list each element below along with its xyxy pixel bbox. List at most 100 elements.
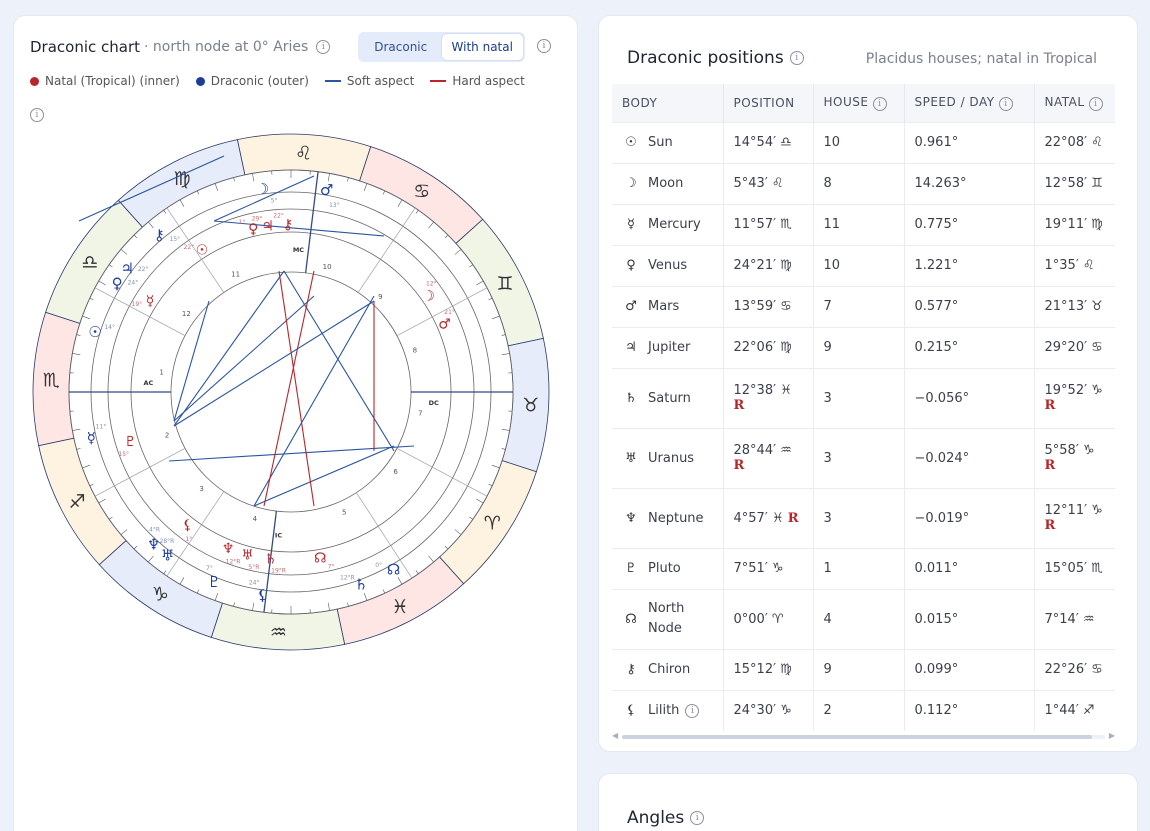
speed-cell: 0.015° [904, 588, 1035, 649]
planet-degree: 14° [104, 324, 115, 331]
house-number: 2 [165, 432, 169, 440]
angle-label: AC [143, 379, 153, 387]
degree-tick [89, 297, 94, 301]
body-name: Neptune [648, 510, 704, 526]
planet-degree: 1° [185, 536, 192, 543]
natal-cell: 29°20′ ♋ [1034, 326, 1115, 368]
house-cusp-line [304, 171, 319, 273]
speed-cell: 0.112° [904, 689, 1035, 731]
angles-card: Angles i [598, 773, 1138, 831]
table-row: ♇ Pluto 7°51′ ♑ 1 0.011° 15°05′ ♏ [612, 547, 1115, 589]
draconic-planet-icon: ♃ [121, 260, 134, 278]
speed-info-icon[interactable]: i [998, 96, 1013, 111]
body-cell: ♀ Venus [612, 244, 724, 286]
degree-tick [72, 353, 81, 356]
degree-tick [108, 516, 113, 520]
body-name: Saturn [648, 390, 691, 406]
planet-degree: 7° [328, 563, 335, 570]
degree-tick [196, 190, 200, 195]
body-cell: ☿ Mercury [612, 203, 724, 245]
house-cell: 11 [813, 203, 905, 245]
aspect-line [173, 300, 210, 422]
planet-degree: 21° [444, 309, 455, 316]
degree-tick [163, 209, 167, 214]
natal-planet-icon: ♇ [124, 434, 137, 450]
position-cell: 22°06′ ♍ [723, 326, 814, 368]
degree-tick [428, 555, 434, 563]
degree-tick [488, 483, 493, 487]
speed-cell: 0.099° [904, 648, 1035, 690]
positions-note: Placidus houses; natal in Tropical [865, 51, 1097, 67]
aspect-line [173, 270, 285, 427]
planet-degree: 22° [273, 212, 284, 219]
degree-tick [476, 498, 484, 504]
house-cell: 9 [813, 326, 905, 368]
natal-cell: 19°52′ ♑ R [1034, 367, 1115, 428]
body-cell: ☉ Sun [612, 121, 724, 163]
legend-info-icon[interactable]: i [30, 108, 44, 122]
speed-cell: −0.024° [904, 427, 1035, 488]
natal-planet-icon: ♄ [264, 552, 277, 568]
zodiac-sign-icon: ♈ [484, 513, 501, 535]
degree-tick [82, 315, 91, 320]
house-cell: 3 [813, 487, 905, 548]
degree-tick [214, 592, 219, 601]
aspect-line [278, 270, 315, 507]
table-row: ☽ Moon 5°43′ ♌ 8 14.263° 12°58′ ♊ [612, 162, 1115, 204]
table-scrollbar[interactable]: ◀ ▶ [612, 731, 1115, 740]
scroll-thumb[interactable] [622, 735, 1092, 739]
natal-planet-icon: ♆ [222, 541, 235, 557]
position-cell: 24°21′ ♍ [723, 244, 814, 286]
position-cell: 0°00′ ♈ [723, 588, 814, 649]
natal-planet-icon: ♃ [261, 219, 274, 235]
draconic-chart-card: Draconic chart · north node at 0° Aries … [13, 15, 578, 831]
degree-tick [133, 234, 138, 239]
toggle-info-icon[interactable]: i [537, 39, 551, 53]
toggle-with-natal[interactable]: With natal [441, 34, 523, 60]
body-cell: ♆ Neptune [612, 487, 724, 548]
degree-tick [252, 173, 255, 182]
degree-tick [501, 353, 510, 356]
zodiac-sign-icon: ♊ [496, 273, 513, 295]
planet-degree: 7° [206, 565, 213, 572]
natal-planet-icon: ☉ [196, 243, 209, 259]
house-info-icon[interactable]: i [872, 96, 887, 111]
zodiac-sign-icon: ♌ [295, 142, 312, 164]
body-name: Pluto [648, 561, 681, 576]
positions-table: BODY POSITION HOUSE i SPEED / DAY i NATA… [612, 84, 1115, 731]
degree-tick [327, 173, 330, 182]
scroll-right-icon[interactable]: ▶ [1109, 731, 1115, 740]
scroll-left-icon[interactable]: ◀ [612, 731, 618, 740]
degree-tick [469, 516, 474, 520]
positions-info-icon[interactable]: i [789, 51, 804, 65]
natal-cell: 22°26′ ♋ [1034, 648, 1115, 690]
house-number: 10 [323, 263, 332, 271]
chart-title: Draconic chart [30, 38, 141, 56]
house-number: 4 [253, 515, 258, 523]
speed-cell: 0.961° [904, 121, 1035, 163]
body-cell: ♂ Mars [612, 285, 724, 327]
natal-dot-icon [30, 76, 39, 86]
degree-tick [491, 464, 500, 469]
degree-tick [98, 280, 106, 286]
degree-tick [89, 483, 94, 487]
lilith-info-icon[interactable]: i [685, 703, 700, 718]
natal-info-icon[interactable]: i [1088, 96, 1103, 111]
chart-mode-toggle[interactable]: Draconic With natal [358, 32, 525, 62]
position-cell: 5°43′ ♌ [723, 162, 814, 204]
planet-degree: 22° [184, 244, 195, 251]
natal-cell: 1°44′ ♐ [1034, 689, 1115, 731]
speed-cell: 14.263° [904, 162, 1035, 204]
toggle-draconic[interactable]: Draconic [360, 34, 442, 60]
house-number: 6 [393, 468, 398, 476]
position-cell: 24°30′ ♑ [723, 689, 814, 731]
table-row: ☉ Sun 14°54′ ♎ 10 0.961° 22°08′ ♌ [612, 121, 1115, 163]
body-name: Chiron [648, 662, 691, 677]
position-cell: 7°51′ ♑ [723, 547, 814, 589]
legend-hard-aspect: Hard aspect [430, 74, 525, 88]
speed-cell: 0.775° [904, 203, 1035, 245]
info-icon[interactable]: i [316, 40, 331, 54]
planet-degree: 15° [170, 236, 181, 243]
angles-info-icon[interactable]: i [690, 811, 705, 825]
house-number: 8 [413, 346, 417, 354]
